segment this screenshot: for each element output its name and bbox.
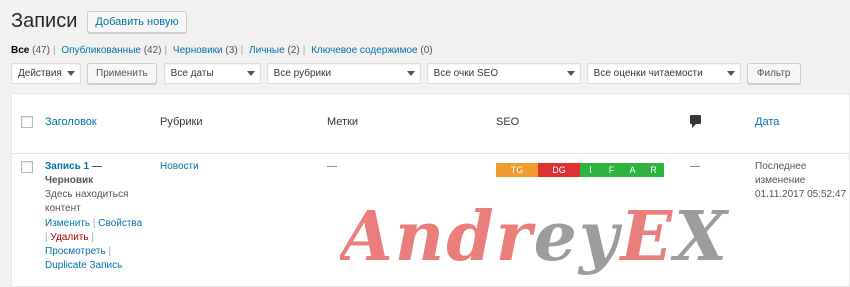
table-row: Запись 1 — Черновик Здесь находиться конт…	[12, 155, 849, 286]
date-filter-select[interactable]: Все даты	[163, 63, 261, 84]
view-cornerstone[interactable]: Ключевое содержимое (0)	[311, 45, 433, 56]
tags-value: —	[327, 161, 337, 172]
post-date: Последнее изменение 01.11.2017 05:52:47	[755, 161, 847, 200]
page-header: Записи Добавить новую	[11, 10, 187, 33]
table-header: Заголовок Рубрики Метки SEO Дата	[12, 94, 849, 154]
chevron-down-icon	[566, 71, 575, 76]
column-tags: Метки	[327, 116, 359, 128]
duplicate-link[interactable]: Duplicate Запись	[45, 260, 122, 271]
edit-link[interactable]: Изменить	[45, 218, 90, 229]
comment-icon[interactable]	[690, 115, 701, 128]
filter-button[interactable]: Фильтр	[746, 63, 801, 84]
quick-edit-link[interactable]: Свойства	[98, 218, 142, 229]
select-all-checkbox[interactable]	[21, 116, 33, 128]
view-published[interactable]: Опубликованные (42)	[61, 45, 161, 56]
readability-filter-select[interactable]: Все оценки читаемости	[586, 63, 741, 84]
posts-table: Заголовок Рубрики Метки SEO Дата Запись …	[11, 93, 850, 287]
post-title-cell: Запись 1 — Черновик Здесь находиться конт…	[45, 160, 155, 273]
tablenav-filters: Действия Применить Все даты Все рубрики …	[11, 63, 801, 84]
category-link[interactable]: Новости	[160, 160, 199, 174]
seo-filter-select[interactable]: Все очки SEO	[426, 63, 581, 84]
delete-link[interactable]: Удалить	[50, 232, 88, 243]
post-excerpt: Здесь находиться контент	[45, 189, 129, 214]
comments-value: —	[690, 161, 700, 172]
category-filter-select[interactable]: Все рубрики	[266, 63, 421, 84]
seo-badge-r: R	[643, 163, 664, 177]
row-checkbox[interactable]	[21, 161, 33, 173]
column-date[interactable]: Дата	[755, 116, 779, 128]
view-all[interactable]: Все (47)	[11, 45, 50, 56]
view-private[interactable]: Личные (2)	[249, 45, 300, 56]
post-state: Черновик	[45, 175, 94, 186]
seo-badge-i: I	[580, 163, 601, 177]
seo-badge-tg: TG	[496, 163, 538, 177]
column-title[interactable]: Заголовок	[45, 116, 97, 128]
seo-score-badges: TG DG I F A R	[496, 163, 664, 177]
chevron-down-icon	[406, 71, 415, 76]
chevron-down-icon	[246, 71, 255, 76]
post-status-views: Все (47) | Опубликованные (42) | Черновики…	[11, 45, 433, 56]
add-new-button[interactable]: Добавить новую	[87, 10, 187, 33]
apply-button[interactable]: Применить	[87, 63, 157, 84]
seo-badge-dg: DG	[538, 163, 580, 177]
bulk-action-select[interactable]: Действия	[11, 63, 81, 84]
post-title-link[interactable]: Запись 1	[45, 161, 89, 172]
preview-link[interactable]: Просмотреть	[45, 246, 106, 257]
chevron-down-icon	[67, 71, 75, 76]
seo-badge-a: A	[622, 163, 643, 177]
chevron-down-icon	[726, 71, 735, 76]
column-categories: Рубрики	[160, 116, 203, 128]
page-title: Записи	[11, 10, 78, 32]
seo-badge-f: F	[601, 163, 622, 177]
column-seo[interactable]: SEO	[496, 116, 519, 128]
view-drafts[interactable]: Черновики (3)	[173, 45, 238, 56]
